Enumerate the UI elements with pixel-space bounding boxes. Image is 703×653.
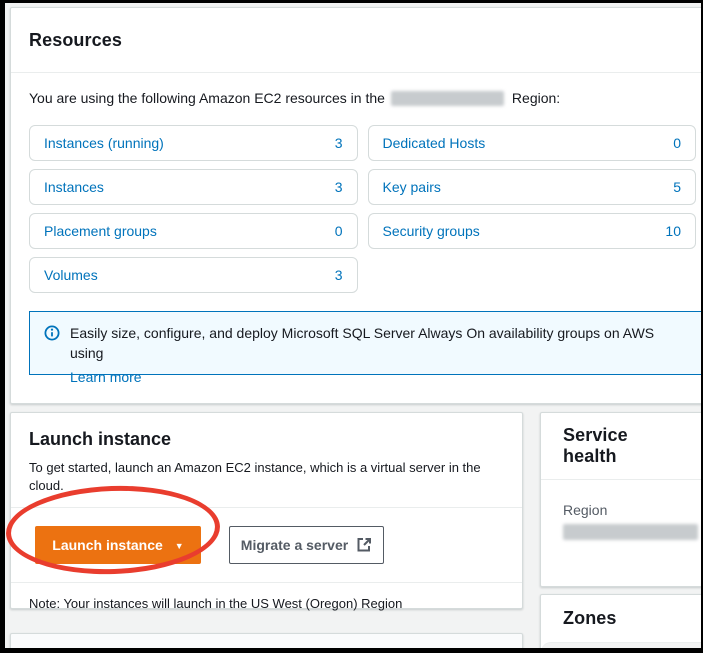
resources-intro-prefix: You are using the following Amazon EC2 r… [29, 90, 385, 106]
service-health-header: Service health [541, 413, 701, 480]
resources-panel: Resources You are using the following Am… [10, 7, 701, 404]
resource-count[interactable]: 0 [335, 223, 343, 239]
resource-card-instances[interactable]: Instances 3 [29, 169, 358, 205]
resource-link[interactable]: Placement groups [44, 223, 157, 239]
external-link-icon [356, 537, 372, 553]
migrate-server-button-label: Migrate a server [241, 537, 348, 553]
resource-link[interactable]: Security groups [383, 223, 480, 239]
resource-card-security-groups[interactable]: Security groups 10 [368, 213, 697, 249]
resource-link[interactable]: Volumes [44, 267, 98, 283]
launch-instance-button-label: Launch instance [52, 537, 162, 553]
service-health-panel: Service health Region [540, 412, 701, 587]
resources-intro: You are using the following Amazon EC2 r… [11, 73, 701, 117]
resource-count[interactable]: 0 [673, 135, 681, 151]
launch-instance-panel: Launch instance To get started, launch a… [10, 412, 523, 609]
launch-panel-buttons-row: Launch instance ▼ Migrate a server [11, 508, 522, 583]
redacted-region-name [391, 91, 504, 106]
service-health-content: Region [541, 480, 701, 540]
caret-down-icon: ▼ [175, 541, 184, 551]
zones-header: Zones [541, 595, 701, 642]
launch-panel-header: Launch instance To get started, launch a… [11, 413, 522, 508]
zones-body [541, 642, 701, 648]
resource-cards-grid: Instances (running) 3 Dedicated Hosts 0 … [29, 125, 696, 293]
resources-title: Resources [29, 30, 122, 51]
launch-panel-title: Launch instance [29, 429, 504, 450]
zones-panel: Zones [540, 594, 701, 648]
info-banner-text-block: Easily size, configure, and deploy Micro… [70, 323, 688, 387]
sql-server-info-banner: Easily size, configure, and deploy Micro… [29, 311, 701, 375]
resource-card-volumes[interactable]: Volumes 3 [29, 257, 358, 293]
cutoff-bottom-panel [10, 633, 523, 648]
resource-link[interactable]: Key pairs [383, 179, 441, 195]
resource-count[interactable]: 3 [335, 267, 343, 283]
zones-title: Zones [563, 608, 617, 629]
launch-panel-description: To get started, launch an Amazon EC2 ins… [29, 459, 504, 495]
resource-count[interactable]: 3 [335, 179, 343, 195]
resource-card-placement-groups[interactable]: Placement groups 0 [29, 213, 358, 249]
learn-more-link[interactable]: Learn more [70, 367, 142, 387]
resources-intro-suffix: Region: [512, 90, 560, 106]
info-banner-text: Easily size, configure, and deploy Micro… [70, 325, 654, 361]
migrate-server-button[interactable]: Migrate a server [229, 526, 384, 564]
resource-count[interactable]: 5 [673, 179, 681, 195]
resource-count[interactable]: 10 [665, 223, 681, 239]
resource-link[interactable]: Instances [44, 179, 104, 195]
ec2-dashboard-viewport: Resources You are using the following Am… [5, 3, 701, 648]
info-icon [44, 325, 60, 341]
launch-instance-button[interactable]: Launch instance ▼ [35, 526, 201, 564]
resource-link[interactable]: Dedicated Hosts [383, 135, 486, 151]
resource-card-key-pairs[interactable]: Key pairs 5 [368, 169, 697, 205]
resource-link[interactable]: Instances (running) [44, 135, 164, 151]
resource-count[interactable]: 3 [335, 135, 343, 151]
region-label: Region [563, 502, 680, 518]
resource-card-dedicated-hosts[interactable]: Dedicated Hosts 0 [368, 125, 697, 161]
resource-card-instances-running[interactable]: Instances (running) 3 [29, 125, 358, 161]
launch-region-note: Note: Your instances will launch in the … [11, 583, 522, 624]
resources-panel-header: Resources [11, 8, 701, 73]
service-health-title: Service health [563, 425, 680, 467]
redacted-region-value [563, 524, 698, 540]
